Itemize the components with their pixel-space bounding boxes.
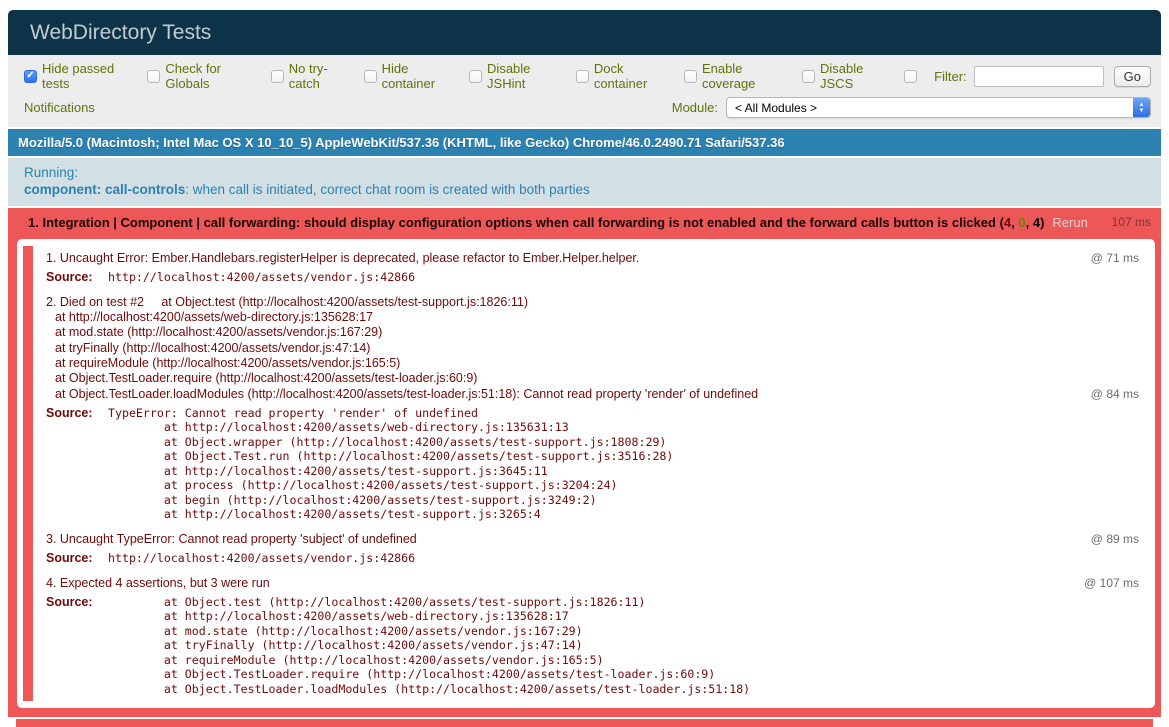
filter-label: Filter: — [934, 69, 967, 84]
checkbox-disable-jscs[interactable] — [802, 70, 815, 83]
checkbox-hide-passed-tests[interactable]: ✓ — [24, 70, 37, 83]
checkbox-item-hide-container: Hide container — [364, 61, 457, 91]
checkbox-list: ✓ Hide passed tests Check for Globals No tr… — [24, 61, 934, 91]
source-stack-trace: http://localhost:4200/assets/vendor.js:4… — [108, 270, 415, 285]
checkbox-item-check-for-globals: Check for Globals — [147, 61, 258, 91]
module-select-value: < All Modules > — [727, 101, 1133, 115]
failed-test-block: 107 ms 1. Integration | Component | call… — [8, 208, 1161, 717]
source-label: Source: — [46, 270, 108, 285]
toolbar: ✓ Hide passed tests Check for Globals No tr… — [8, 55, 1161, 129]
assertion-message-line: at tryFinally (http://localhost:4200/ass… — [46, 341, 1139, 356]
test-number: 1. — [28, 215, 39, 230]
test-result-bar: Running: component: call-controls: when … — [8, 158, 1161, 208]
page-title-text: WebDirectory Tests — [30, 21, 211, 44]
assertion-runtime: @ 84 ms — [1091, 387, 1139, 402]
next-test-strip[interactable] — [16, 719, 1153, 727]
module-label: Module: — [672, 100, 718, 115]
checkbox-label-hide-passed-tests[interactable]: Hide passed tests — [42, 61, 135, 91]
source-stack-trace: http://localhost:4200/assets/vendor.js:4… — [108, 551, 415, 566]
assertion-runtime: @ 71 ms — [1091, 251, 1139, 266]
checkbox-label-no-try-catch[interactable]: No try-catch — [289, 61, 352, 91]
checkbox-label-disable-jshint[interactable]: Disable JSHint — [487, 61, 564, 91]
checkbox-item-notifications — [904, 70, 922, 83]
module-select[interactable]: < All Modules > ▲▼ — [726, 97, 1151, 118]
assertion-message-line: @ 84 msat Object.TestLoader.loadModules … — [46, 387, 1139, 402]
assertion-message-line: @ 71 ms1. Uncaught Error: Ember.Handleba… — [46, 251, 1139, 266]
test-runtime: 107 ms — [1112, 215, 1151, 230]
test-counts: (4, 0, 4) — [1000, 215, 1045, 230]
checkbox-item-hide-passed-tests: ✓ Hide passed tests — [24, 61, 135, 91]
assertion-message-line: @ 89 ms3. Uncaught TypeError: Cannot rea… — [46, 532, 1139, 547]
module-group: Module: < All Modules > ▲▼ — [672, 97, 1151, 118]
user-agent-banner: Mozilla/5.0 (Macintosh; Intel Mac OS X 1… — [8, 129, 1161, 158]
source-label: Source: — [46, 406, 108, 421]
running-test: component: call-controls: when call is i… — [24, 181, 1145, 198]
source-stack-trace: at Object.test (http://localhost:4200/as… — [108, 595, 750, 697]
qunit-app: WebDirectory Tests ✓ Hide passed tests Che… — [8, 10, 1161, 727]
checkbox-no-try-catch[interactable] — [271, 70, 284, 83]
assertion-item: @ 89 ms3. Uncaught TypeError: Cannot rea… — [23, 527, 1149, 571]
assertion-message-line: @ 107 ms4. Expected 4 assertions, but 3 … — [46, 576, 1139, 591]
assertion-source-row: Source:TypeError: Cannot read property '… — [46, 406, 1139, 522]
toolbar-row-1: ✓ Hide passed tests Check for Globals No tr… — [24, 61, 1151, 91]
failed-count: 4 — [1004, 215, 1011, 230]
checkbox-label-notifications[interactable]: Notifications — [24, 100, 95, 115]
assertion-message-line: at requireModule (http://localhost:4200/… — [46, 356, 1139, 371]
checkbox-label-disable-jscs[interactable]: Disable JSCS — [820, 61, 892, 91]
passed-count: 0 — [1018, 215, 1025, 230]
assertion-item: @ 107 ms4. Expected 4 assertions, but 3 … — [23, 571, 1149, 702]
checkbox-item-no-try-catch: No try-catch — [271, 61, 352, 91]
checkbox-dock-container[interactable] — [576, 70, 589, 83]
assertion-item: 2. Died on test #2 at Object.test (http:… — [23, 290, 1149, 527]
assertion-message-line: 2. Died on test #2 at Object.test (http:… — [46, 295, 1139, 310]
assertion-message-line: at Object.TestLoader.require (http://loc… — [46, 371, 1139, 386]
checkbox-hide-container[interactable] — [364, 70, 377, 83]
assertion-message-line: at mod.state (http://localhost:4200/asse… — [46, 325, 1139, 340]
checkbox-enable-coverage[interactable] — [684, 70, 697, 83]
checkbox-item-dock-container: Dock container — [576, 61, 672, 91]
toolbar-row-2: Notifications Module: < All Modules > ▲▼ — [24, 97, 1151, 118]
go-button[interactable]: Go — [1114, 66, 1151, 87]
assertion-source-row: Source:http://localhost:4200/assets/vend… — [46, 270, 1139, 285]
checkbox-disable-jshint[interactable] — [469, 70, 482, 83]
source-stack-trace: TypeError: Cannot read property 'render'… — [108, 406, 673, 522]
checkbox-item-enable-coverage: Enable coverage — [684, 61, 790, 91]
filter-group: Filter: Go — [934, 66, 1151, 87]
assertion-runtime: @ 89 ms — [1091, 532, 1139, 547]
filter-input[interactable] — [974, 66, 1104, 87]
checkbox-notifications[interactable] — [904, 70, 917, 83]
assertion-runtime: @ 107 ms — [1084, 576, 1139, 591]
assertion-message-line: at http://localhost:4200/assets/web-dire… — [46, 310, 1139, 325]
assertion-source-row: Source:http://localhost:4200/assets/vend… — [46, 551, 1139, 566]
checkbox-item-disable-jscs: Disable JSCS — [802, 61, 892, 91]
source-label: Source: — [46, 595, 108, 610]
checkbox-label-hide-container[interactable]: Hide container — [382, 61, 457, 91]
total-count: 4 — [1033, 215, 1040, 230]
running-label: Running: — [24, 164, 1145, 181]
assertion-source-row: Source: at Object.test (http://localhost… — [46, 595, 1139, 697]
running-test-name: component: call-controls — [24, 182, 185, 197]
checkbox-check-for-globals[interactable] — [147, 70, 160, 83]
failed-test-header[interactable]: 107 ms 1. Integration | Component | call… — [8, 208, 1161, 237]
test-title: Integration | Component | call forwardin… — [42, 215, 995, 230]
checkbox-item-disable-jshint: Disable JSHint — [469, 61, 564, 91]
chevron-up-down-icon: ▲▼ — [1133, 98, 1150, 117]
checkbox-label-enable-coverage[interactable]: Enable coverage — [702, 61, 790, 91]
running-test-desc: : when call is initiated, correct chat r… — [185, 182, 589, 197]
checkbox-label-check-for-globals[interactable]: Check for Globals — [165, 61, 258, 91]
page-title: WebDirectory Tests — [8, 10, 1161, 55]
checkbox-label-dock-container[interactable]: Dock container — [594, 61, 672, 91]
failed-test-body: @ 71 ms1. Uncaught Error: Ember.Handleba… — [8, 237, 1161, 717]
assertion-list: @ 71 ms1. Uncaught Error: Ember.Handleba… — [17, 239, 1155, 708]
rerun-link[interactable]: Rerun — [1052, 215, 1087, 230]
source-label: Source: — [46, 551, 108, 566]
assertion-item: @ 71 ms1. Uncaught Error: Ember.Handleba… — [23, 246, 1149, 290]
